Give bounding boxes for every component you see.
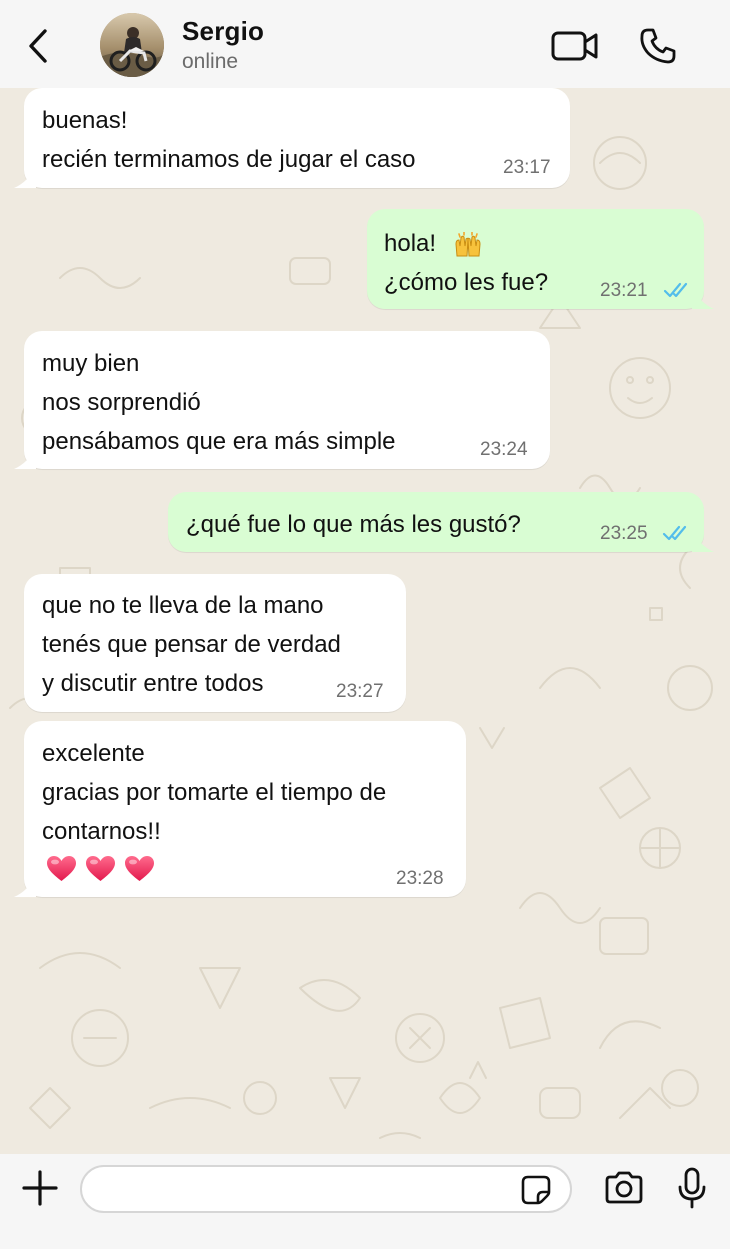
microphone-icon [678,1167,706,1209]
message-bubble-outgoing[interactable]: ¿qué fue lo que más les gustó? 23:25 [168,492,714,552]
video-call-button[interactable] [549,26,601,66]
message-input[interactable] [80,1165,572,1213]
contact-status: online [182,50,239,73]
contact-name[interactable]: Sergio [182,16,264,47]
phone-icon [640,28,676,64]
message-text: excelente [42,740,145,767]
avatar[interactable] [100,13,164,77]
message-text: buenas! [42,107,128,134]
avatar-photo [100,13,164,77]
bubble-tail [14,875,36,897]
raising-hands-emoji [455,231,481,257]
heart-emoji [47,856,76,881]
message-bubble-outgoing[interactable]: hola! ¿cómo les fue? 23:21 [367,209,714,309]
read-receipt-icon [663,282,688,298]
message-text: pensábamos que era más simple [42,428,396,455]
message-bubble-incoming[interactable]: muy bien nos sorprendió pensábamos que e… [14,331,550,469]
message-time: 23:17 [503,157,551,178]
read-receipt-icon [662,525,687,541]
input-bar [0,1154,730,1249]
heart-emoji-row [46,855,155,883]
sticker-icon [521,1175,551,1205]
message-text: muy bien [42,350,140,377]
bubble-tail [692,530,714,552]
message-bubble-incoming[interactable]: buenas! recién terminamos de jugar el ca… [14,88,570,188]
message-text: tenés que pensar de verdad [42,631,341,658]
sticker-button[interactable] [518,1172,554,1208]
bubble-tail [14,166,36,188]
voice-call-button[interactable] [636,24,680,68]
camera-icon [605,1171,643,1204]
message-bubble-incoming[interactable]: que no te lleva de la mano tenés que pen… [24,574,406,712]
heart-emoji [86,856,115,881]
message-text: nos sorprendió [42,389,201,416]
video-camera-icon [551,31,598,61]
chat-header: Sergio online [0,0,730,88]
bubble-tail [692,287,714,309]
plus-icon [22,1170,58,1206]
message-bubble-incoming[interactable]: excelente gracias por tomarte el tiempo … [14,721,466,897]
camera-button[interactable] [600,1166,648,1210]
chat-area[interactable]: buenas! recién terminamos de jugar el ca… [0,88,730,1154]
attach-button[interactable] [18,1166,62,1210]
message-text: que no te lleva de la mano [42,592,324,619]
message-text: ¿cómo les fue? [384,269,549,296]
chevron-left-icon [29,29,47,63]
message-time: 23:28 [396,868,444,889]
message-text: y discutir entre todos [42,670,264,697]
message-text: gracias por tomarte el tiempo de [42,779,387,806]
message-text: ¿qué fue lo que más les gustó? [186,511,521,538]
message-text: recién terminamos de jugar el caso [42,146,416,173]
message-text: hola! [384,230,437,257]
back-button[interactable] [18,24,58,68]
bubble-tail [14,447,36,469]
microphone-button[interactable] [671,1164,713,1212]
heart-emoji [125,856,154,881]
message-time: 23:27 [336,681,384,702]
message-time: 23:25 [600,523,648,544]
message-text: contarnos!! [42,818,161,845]
message-time: 23:21 [600,280,648,301]
message-time: 23:24 [480,439,528,460]
message-text-row: hola! [384,224,483,263]
